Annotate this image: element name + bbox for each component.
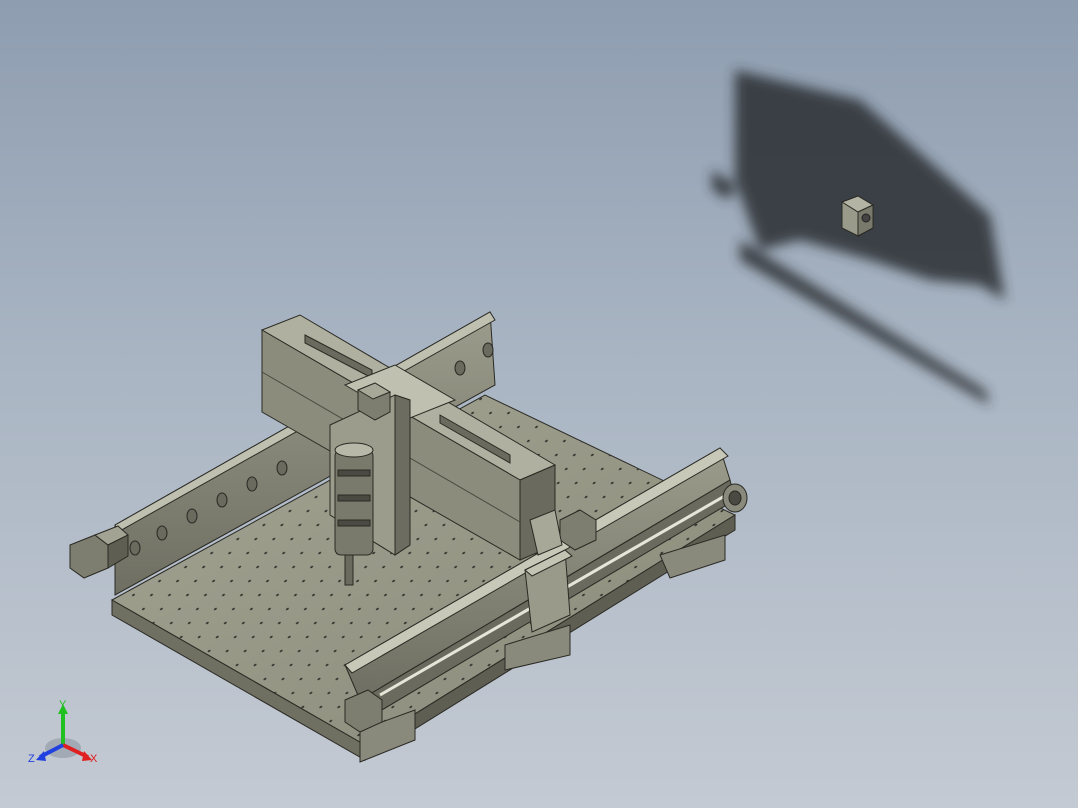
cnc-router-model[interactable] [69, 311, 748, 763]
z-axis-label: Z [28, 753, 35, 765]
model-shadow [712, 70, 1005, 405]
x-axis-label: X [90, 753, 98, 765]
cad-viewport[interactable]: Y X Z [0, 0, 1078, 808]
floating-block[interactable] [840, 195, 875, 237]
coordinate-triad: Y X Z [28, 699, 98, 765]
y-axis-label: Y [59, 699, 67, 711]
